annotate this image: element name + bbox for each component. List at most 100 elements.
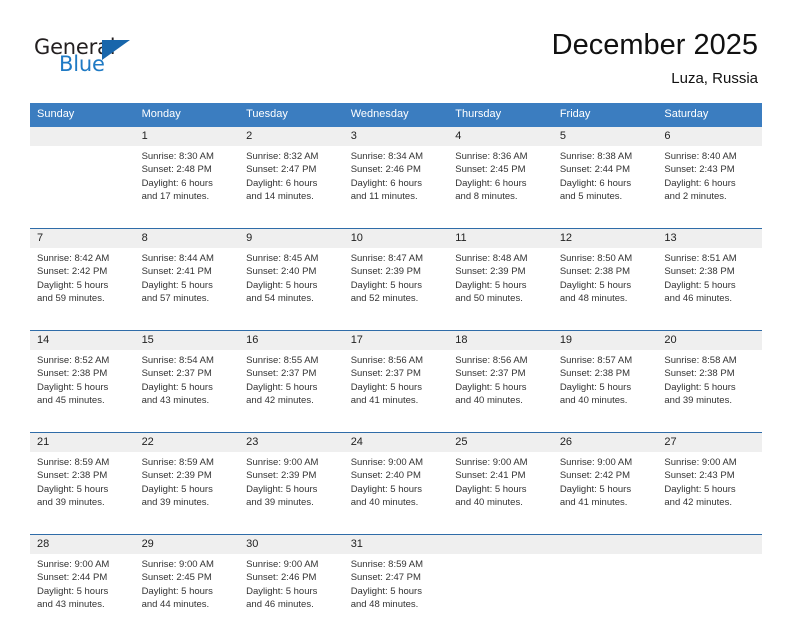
- day-daylight1-text: Daylight: 5 hours: [664, 279, 736, 291]
- day-detail-cell[interactable]: Sunrise: 8:54 AM Sunset: 2:37 PM Daylight:…: [134, 350, 240, 432]
- day-number-cell[interactable]: 18: [448, 331, 553, 350]
- day-number-cell[interactable]: 25: [448, 433, 553, 452]
- day-number-cell[interactable]: 28: [30, 535, 135, 554]
- day-daylight2-text: and 43 minutes.: [141, 395, 210, 407]
- week-daynumber-row: 123456: [30, 127, 762, 146]
- day-detail-cell[interactable]: Sunrise: 8:50 AM Sunset: 2:38 PM Daylight:…: [552, 248, 658, 330]
- day-detail-cell[interactable]: Sunrise: 8:48 AM Sunset: 2:39 PM Daylight:…: [448, 248, 553, 330]
- day-number-cell[interactable]: 19: [552, 331, 658, 350]
- day-detail-cell[interactable]: Sunrise: 9:00 AM Sunset: 2:41 PM Daylight:…: [448, 452, 553, 534]
- day-detail-cell[interactable]: Sunrise: 8:51 AM Sunset: 2:38 PM Daylight:…: [657, 248, 762, 330]
- day-sunset-text: Sunset: 2:39 PM: [455, 266, 526, 278]
- page-title: December 2025: [551, 29, 758, 61]
- week-daynumber-row: 28 29 30 31: [30, 535, 762, 554]
- day-number-cell[interactable]: 31: [343, 535, 449, 554]
- day-detail-cell[interactable]: Sunrise: 8:44 AM Sunset: 2:41 PM Daylight:…: [134, 248, 240, 330]
- day-daylight1-text: Daylight: 6 hours: [141, 177, 213, 189]
- day-daylight1-text: Daylight: 5 hours: [37, 381, 109, 393]
- day-number-cell[interactable]: 2: [239, 127, 344, 146]
- day-detail-cell[interactable]: Sunrise: 9:00 AM Sunset: 2:40 PM Daylight:…: [343, 452, 449, 534]
- day-number-cell[interactable]: 29: [134, 535, 240, 554]
- day-detail-cell-empty: [30, 146, 135, 228]
- day-detail-cell[interactable]: Sunrise: 9:00 AM Sunset: 2:46 PM Daylight:…: [239, 554, 344, 636]
- day-number-cell[interactable]: 22: [134, 433, 240, 452]
- day-number-cell[interactable]: 15: [134, 331, 240, 350]
- day-detail-cell[interactable]: Sunrise: 8:57 AM Sunset: 2:38 PM Daylight:…: [552, 350, 658, 432]
- day-detail-cell[interactable]: Sunrise: 8:52 AM Sunset: 2:38 PM Daylight:…: [30, 350, 135, 432]
- day-number-cell[interactable]: 11: [448, 229, 553, 248]
- day-detail-cell[interactable]: Sunrise: 8:45 AM Sunset: 2:40 PM Daylight:…: [239, 248, 344, 330]
- day-daylight1-text: Daylight: 6 hours: [455, 177, 527, 189]
- day-detail-cell[interactable]: Sunrise: 9:00 AM Sunset: 2:42 PM Daylight:…: [552, 452, 658, 534]
- day-detail-cell[interactable]: Sunrise: 9:00 AM Sunset: 2:43 PM Daylight:…: [657, 452, 762, 534]
- day-number-cell[interactable]: 6: [657, 127, 762, 146]
- day-sunrise-text: Sunrise: 8:44 AM: [141, 253, 214, 264]
- day-detail-cell[interactable]: Sunrise: 8:59 AM Sunset: 2:39 PM Daylight:…: [134, 452, 240, 534]
- day-number-cell[interactable]: 24: [343, 433, 449, 452]
- day-number-cell[interactable]: 14: [30, 331, 135, 350]
- day-sunset-text: Sunset: 2:41 PM: [141, 266, 212, 278]
- day-number-cell[interactable]: 5: [552, 127, 658, 146]
- day-detail-cell[interactable]: Sunrise: 8:42 AM Sunset: 2:42 PM Daylight:…: [30, 248, 135, 330]
- day-daylight2-text: and 40 minutes.: [350, 497, 419, 509]
- day-detail-cell[interactable]: Sunrise: 8:59 AM Sunset: 2:47 PM Daylight:…: [343, 554, 449, 636]
- day-sunset-text: Sunset: 2:46 PM: [350, 164, 421, 176]
- day-sunrise-text: Sunrise: 9:00 AM: [664, 457, 737, 468]
- day-detail-cell[interactable]: Sunrise: 8:56 AM Sunset: 2:37 PM Daylight:…: [448, 350, 553, 432]
- day-number-cell[interactable]: 3: [343, 127, 449, 146]
- day-daylight2-text: and 40 minutes.: [455, 497, 523, 509]
- day-number-cell[interactable]: 12: [552, 229, 658, 248]
- day-daylight2-text: and 54 minutes.: [246, 293, 314, 305]
- day-sunrise-text: Sunrise: 8:36 AM: [455, 151, 528, 162]
- day-daylight2-text: and 46 minutes.: [664, 293, 732, 305]
- day-detail-cell[interactable]: Sunrise: 8:30 AM Sunset: 2:48 PM Daylight:…: [134, 146, 240, 228]
- day-detail-cell[interactable]: Sunrise: 9:00 AM Sunset: 2:39 PM Daylight:…: [239, 452, 344, 534]
- day-number-cell[interactable]: 27: [657, 433, 762, 452]
- day-number-cell[interactable]: 17: [343, 331, 449, 350]
- day-detail-cell[interactable]: Sunrise: 8:40 AM Sunset: 2:43 PM Daylight:…: [657, 146, 762, 228]
- day-detail-cell[interactable]: Sunrise: 9:00 AM Sunset: 2:45 PM Daylight:…: [134, 554, 240, 636]
- day-detail-cell[interactable]: Sunrise: 8:32 AM Sunset: 2:47 PM Daylight:…: [239, 146, 344, 228]
- calendar-header-row: Sunday Monday Tuesday Wednesday Thursday…: [30, 103, 762, 127]
- day-number-cell[interactable]: 30: [239, 535, 344, 554]
- day-number-cell[interactable]: 23: [239, 433, 344, 452]
- day-detail-cell[interactable]: Sunrise: 8:34 AM Sunset: 2:46 PM Daylight:…: [343, 146, 449, 228]
- day-number-cell[interactable]: 7: [30, 229, 135, 248]
- day-daylight2-text: and 46 minutes.: [246, 599, 314, 611]
- day-sunrise-text: Sunrise: 8:56 AM: [455, 355, 528, 366]
- day-number-cell[interactable]: 13: [657, 229, 762, 248]
- day-detail-cell[interactable]: Sunrise: 8:58 AM Sunset: 2:38 PM Daylight:…: [657, 350, 762, 432]
- day-sunset-text: Sunset: 2:42 PM: [559, 470, 631, 482]
- weekday-header-friday: Friday: [552, 103, 658, 127]
- day-sunset-text: Sunset: 2:38 PM: [559, 368, 631, 380]
- day-sunset-text: Sunset: 2:47 PM: [350, 572, 421, 584]
- day-number-cell[interactable]: 10: [343, 229, 449, 248]
- day-detail-cell[interactable]: Sunrise: 9:00 AM Sunset: 2:44 PM Daylight:…: [30, 554, 135, 636]
- day-number-cell[interactable]: 21: [30, 433, 135, 452]
- day-number-cell[interactable]: 16: [239, 331, 344, 350]
- day-sunrise-text: Sunrise: 8:59 AM: [37, 457, 110, 468]
- day-daylight2-text: and 11 minutes.: [350, 191, 418, 203]
- day-number-cell[interactable]: 8: [134, 229, 240, 248]
- day-detail-cell[interactable]: Sunrise: 8:59 AM Sunset: 2:38 PM Daylight:…: [30, 452, 135, 534]
- general-blue-logo[interactable]: General Blue: [34, 36, 244, 86]
- day-number-cell[interactable]: 1: [134, 127, 240, 146]
- day-number-cell[interactable]: 26: [552, 433, 658, 452]
- day-number-cell[interactable]: 9: [239, 229, 344, 248]
- day-sunrise-text: Sunrise: 8:58 AM: [664, 355, 737, 366]
- day-number-cell[interactable]: 4: [448, 127, 553, 146]
- day-detail-cell[interactable]: Sunrise: 8:56 AM Sunset: 2:37 PM Daylight:…: [343, 350, 449, 432]
- day-detail-cell[interactable]: Sunrise: 8:38 AM Sunset: 2:44 PM Daylight:…: [552, 146, 658, 228]
- day-sunrise-text: Sunrise: 8:51 AM: [664, 253, 737, 264]
- day-sunset-text: Sunset: 2:39 PM: [350, 266, 421, 278]
- day-detail-cell[interactable]: Sunrise: 8:55 AM Sunset: 2:37 PM Daylight:…: [239, 350, 344, 432]
- day-detail-cell[interactable]: Sunrise: 8:47 AM Sunset: 2:39 PM Daylight:…: [343, 248, 449, 330]
- day-detail-cell[interactable]: Sunrise: 8:36 AM Sunset: 2:45 PM Daylight:…: [448, 146, 553, 228]
- weekday-header-wednesday: Wednesday: [343, 103, 449, 127]
- day-sunrise-text: Sunrise: 8:55 AM: [246, 355, 319, 366]
- day-daylight1-text: Daylight: 5 hours: [141, 279, 213, 291]
- day-daylight2-text: and 43 minutes.: [37, 599, 105, 611]
- day-daylight1-text: Daylight: 5 hours: [141, 483, 213, 495]
- weekday-header-saturday: Saturday: [657, 103, 762, 127]
- day-number-cell[interactable]: 20: [657, 331, 762, 350]
